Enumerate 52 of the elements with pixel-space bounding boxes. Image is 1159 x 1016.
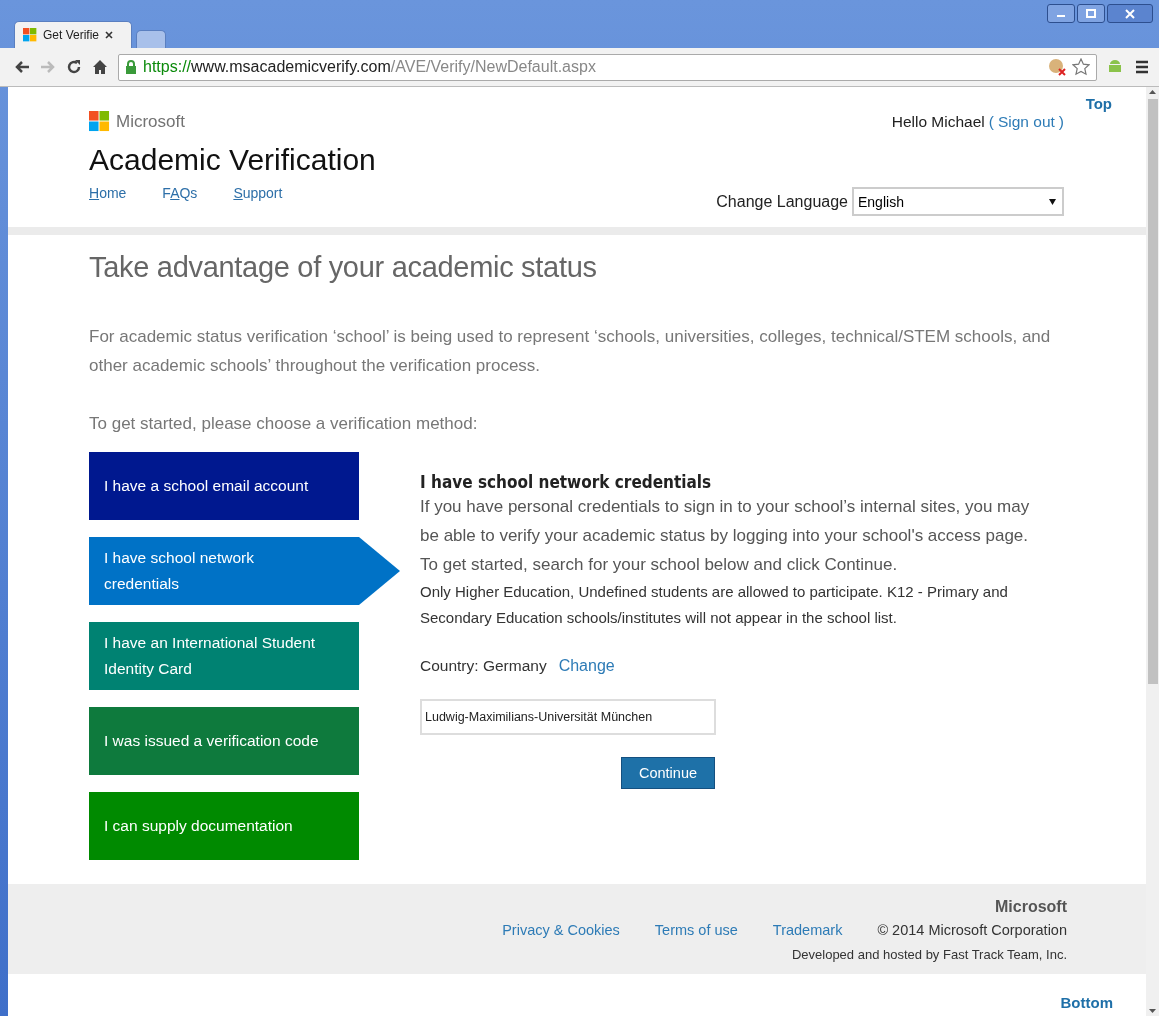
menu-icon[interactable] <box>1133 58 1151 76</box>
detail-note: Only Higher Education, Undefined students are allowed to participate. K12 - Primary and Secondary Education schools/institutes will not appear in the school list. <box>420 582 1009 628</box>
nav-link[interactable]: Home <box>89 185 127 201</box>
developer-text: Developed and hosted by Fast Track Team, Inc. <box>791 947 1067 962</box>
method-button[interactable]: I have an International Student Identity Card <box>89 622 359 690</box>
top-link[interactable]: Top <box>1085 95 1112 112</box>
windows-logo-icon <box>89 111 110 132</box>
footer-link[interactable]: Terms of use <box>654 922 738 938</box>
minimize-icon[interactable] <box>1047 4 1075 23</box>
continue-button[interactable]: Continue <box>621 757 715 789</box>
lock-icon <box>125 60 137 74</box>
method-button[interactable]: I can supply documentation <box>89 792 359 860</box>
change-link[interactable]: Change <box>558 657 615 675</box>
address-bar[interactable]: https://www.msacademicverify.com/AVE/Verify/NewDefault.aspx <box>118 53 1097 81</box>
country-text: Country: Germany <box>420 657 547 675</box>
language-label: Change Language <box>716 192 848 211</box>
close-icon[interactable] <box>1107 4 1153 23</box>
detail-title: I have school network credentials <box>420 472 713 492</box>
method-button[interactable]: I was issued a verification code <box>89 707 359 775</box>
footer-link[interactable]: Trademark <box>772 922 843 938</box>
scrollbar[interactable] <box>1146 87 1159 1016</box>
scroll-down-icon[interactable] <box>1146 1006 1159 1016</box>
footer-brand: Microsoft <box>995 898 1067 916</box>
dropdown-arrow-icon <box>1049 198 1056 205</box>
maximize-icon[interactable] <box>1077 4 1105 23</box>
copyright-text: © 2014 Microsoft Corporation <box>877 922 1067 938</box>
microsoft-logo-text: Microsoft <box>116 111 185 132</box>
close-icon[interactable] <box>105 31 114 39</box>
nav-link[interactable]: Support <box>233 185 283 201</box>
detail-description: If you have personal credentials to sign in to your school’s internal sites, you may be able to verify your academic status by logging into your school's access page. To get started, search for your school below and click Continue. <box>420 496 1031 576</box>
prompt-text: To get started, please choose a verification method: <box>89 413 479 435</box>
nav-link[interactable]: FAQs <box>162 185 198 201</box>
language-select[interactable]: English <box>852 187 1064 216</box>
intro-text: For academic status verification ‘school’ is being used to represent ‘schools, universities, colleges, technical/STEM schools, and other academic schools’ throughout the verification process. <box>89 326 1052 377</box>
greeting-text: Hello Michael <box>891 113 985 131</box>
bottom-link[interactable]: Bottom <box>1060 994 1113 1011</box>
page-heading: Take advantage of your academic status <box>89 251 598 284</box>
school-field[interactable]: Ludwig-Maximilians-Universität München <box>420 699 716 735</box>
star-icon[interactable] <box>1072 58 1090 76</box>
method-button[interactable]: I have school network credentials <box>89 537 400 605</box>
windows-logo-icon <box>23 28 37 42</box>
cookie-blocked-icon[interactable] <box>1048 58 1066 76</box>
parenthesis-text: ) <box>1058 113 1064 131</box>
site-title: Academic Verification <box>89 143 377 177</box>
sign-out-link[interactable]: Sign out <box>997 113 1055 131</box>
back-icon[interactable] <box>14 60 30 74</box>
reload-icon[interactable] <box>66 59 82 75</box>
footer-link[interactable]: Privacy & Cookies <box>502 922 620 938</box>
method-button[interactable]: I have a school email account <box>89 452 359 520</box>
browser-tab[interactable]: Get Verifie <box>14 21 132 48</box>
home-icon[interactable] <box>92 59 108 75</box>
parenthesis-text: ( <box>988 113 994 131</box>
